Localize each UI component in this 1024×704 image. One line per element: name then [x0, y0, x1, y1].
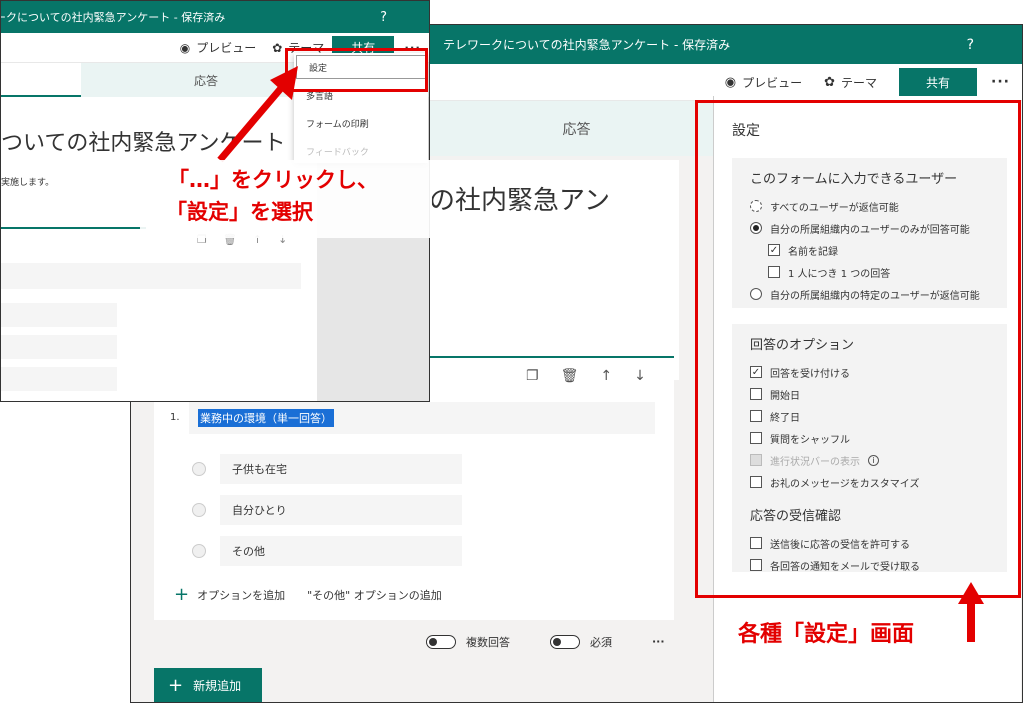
callout-click: 「…」をクリックし、 — [168, 168, 378, 192]
multiple-label: 複数回答 — [466, 635, 510, 649]
theme-label: テーマ — [841, 75, 878, 90]
window-title: テレワークについての社内緊急アンケート - 保存済み — [443, 38, 731, 52]
multiple-toggle[interactable] — [426, 634, 456, 649]
option-row: その他 — [192, 536, 462, 566]
overlay-title-bar: ークについての社内緊急アンケート - 保存済み ? — [1, 1, 429, 33]
question-text-field[interactable]: 業務中の環境（単一回答） — [189, 402, 655, 434]
palette-icon: ✿ — [824, 74, 836, 90]
plus-icon[interactable]: + — [174, 584, 189, 605]
plus-icon: + — [168, 674, 184, 696]
option-row: 自分ひとり — [192, 495, 462, 525]
add-option-button[interactable]: オプションを追加 — [197, 587, 285, 603]
overlay-option-field[interactable] — [1, 303, 117, 327]
tab-questions[interactable] — [1, 63, 81, 97]
copy-icon[interactable]: ❐ — [526, 368, 539, 384]
move-down-icon[interactable]: ↓ — [634, 368, 646, 384]
option-field[interactable]: その他 — [220, 536, 462, 566]
question-text: 業務中の環境（単一回答） — [198, 409, 334, 427]
more-options-button[interactable]: ··· — [991, 74, 1010, 90]
add-new-button[interactable]: + 新規追加 — [154, 668, 262, 702]
help-icon[interactable]: ? — [380, 10, 387, 25]
required-toggle[interactable] — [550, 634, 580, 649]
radio-icon — [192, 462, 206, 476]
question-footer: 複数回答 必須 ··· — [154, 620, 674, 663]
callout-select: 「設定」を選択 — [166, 200, 313, 224]
option-row: 子供も在宅 — [192, 454, 462, 484]
callout-settings-screen: 各種「設定」画面 — [738, 622, 915, 647]
form-title[interactable]: の社内緊急アン — [429, 180, 679, 217]
preview-button[interactable]: ◉ プレビュー — [725, 74, 802, 91]
radio-icon — [192, 544, 206, 558]
theme-button[interactable]: ✿ テーマ — [824, 74, 877, 91]
tab-responses[interactable]: 応答 — [428, 101, 725, 156]
settings-highlight-box — [695, 100, 1021, 598]
eye-icon: ◉ — [179, 40, 191, 55]
preview-label: プレビュー — [196, 41, 257, 55]
eye-icon: ◉ — [724, 74, 737, 90]
option-field[interactable]: 自分ひとり — [220, 495, 462, 525]
delete-icon[interactable]: 🗑︎ — [561, 368, 579, 384]
move-up-icon[interactable]: ↑ — [600, 368, 612, 384]
share-button[interactable]: 共有 — [899, 68, 978, 96]
required-label: 必須 — [590, 635, 612, 649]
overlay-window-title: ークについての社内緊急アンケート - 保存済み — [0, 11, 226, 24]
overlay-question-field[interactable] — [1, 263, 301, 289]
help-icon[interactable]: ? — [967, 37, 974, 53]
preview-label: プレビュー — [742, 75, 803, 90]
palette-icon: ✿ — [272, 40, 283, 55]
overlay-option-field[interactable] — [1, 335, 117, 359]
radio-icon — [192, 503, 206, 517]
accent-line — [1, 227, 146, 229]
question-toolbar: ❐ 🗑︎ ↑ ↓ — [526, 368, 646, 384]
preview-button[interactable]: ◉ プレビュー — [180, 39, 257, 56]
add-option-row: + オプションを追加 "その他" オプションの追加 — [174, 584, 442, 605]
add-new-label: 新規追加 — [193, 678, 242, 693]
arrow-to-settings-icon — [958, 582, 984, 642]
more-icon[interactable]: ··· — [652, 635, 665, 648]
add-other-button[interactable]: "その他" オプションの追加 — [307, 587, 442, 603]
overlay-option-field[interactable] — [1, 367, 117, 391]
menu-item-print[interactable]: フォームの印刷 — [294, 109, 428, 137]
arrow-to-menu-icon — [217, 66, 298, 163]
option-field[interactable]: 子供も在宅 — [220, 454, 462, 484]
question-number: 1. — [170, 412, 180, 423]
